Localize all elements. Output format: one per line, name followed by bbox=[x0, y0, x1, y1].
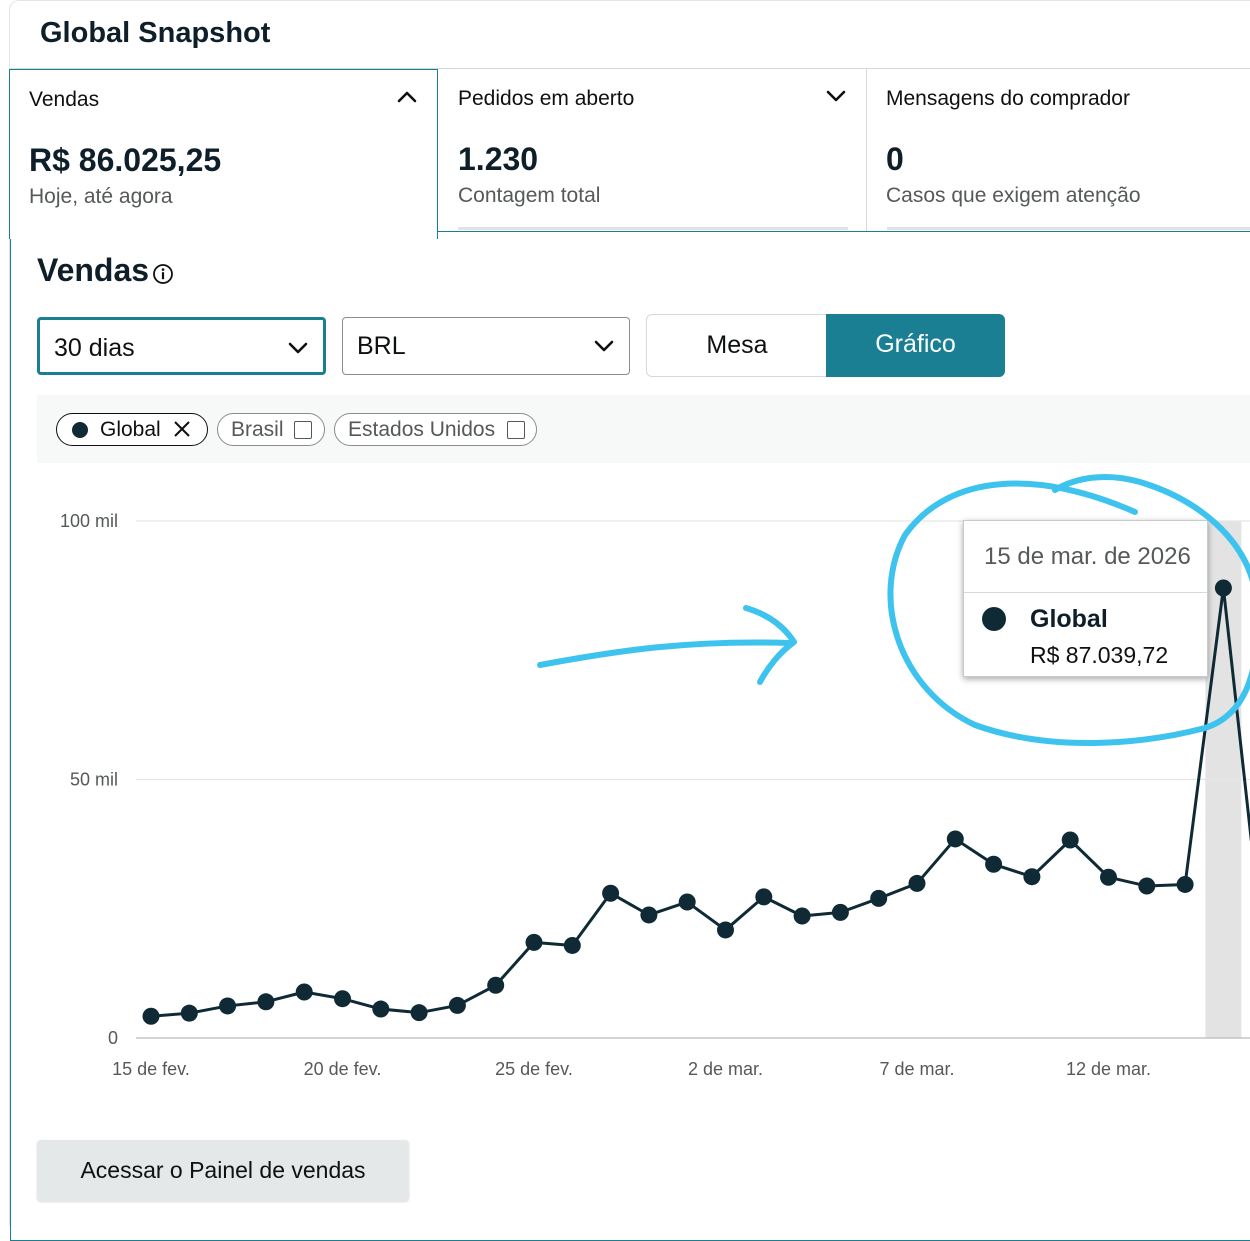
filter-chip-label: Brasil bbox=[231, 418, 284, 441]
data-point[interactable] bbox=[219, 997, 237, 1015]
data-point[interactable] bbox=[678, 893, 696, 911]
checkbox-icon[interactable] bbox=[294, 421, 312, 439]
x-tick-label: 7 de mar. bbox=[879, 1059, 954, 1079]
data-point[interactable] bbox=[295, 983, 313, 1001]
data-point[interactable] bbox=[1138, 877, 1156, 895]
chart-tooltip: 15 de mar. de 2026 Global R$ 87.039,72 bbox=[963, 520, 1208, 677]
x-tick-label: 12 de mar. bbox=[1066, 1059, 1151, 1079]
filter-chip-label: Estados Unidos bbox=[348, 418, 496, 441]
sales-card-value: R$ 86.025,25 bbox=[29, 142, 222, 178]
x-tick-label: 2 de mar. bbox=[688, 1059, 763, 1079]
period-select[interactable]: 30 dias bbox=[37, 317, 326, 375]
sales-card-sub: Hoje, até agora bbox=[29, 185, 173, 208]
data-point[interactable] bbox=[908, 874, 926, 892]
sales-dashboard-button[interactable]: Acessar o Painel de vendas bbox=[37, 1140, 409, 1201]
tooltip-value: R$ 87.039,72 bbox=[1030, 642, 1169, 668]
data-point[interactable] bbox=[946, 830, 964, 848]
buyer-messages-card-sub: Casos que exigem atenção bbox=[886, 184, 1141, 207]
close-icon[interactable] bbox=[173, 420, 191, 438]
buyer-messages-card-value: 0 bbox=[886, 141, 904, 177]
sales-card-label: Vendas bbox=[29, 88, 100, 111]
filter-chip-estados-unidos[interactable]: Estados Unidos bbox=[334, 413, 537, 446]
data-point[interactable] bbox=[1100, 868, 1117, 886]
filter-chip-global[interactable]: Global bbox=[56, 413, 208, 446]
data-point[interactable] bbox=[1023, 868, 1041, 886]
buyer-messages-card[interactable]: Mensagens do comprador 0 Casos que exige… bbox=[867, 69, 1250, 232]
table-view-button[interactable]: Mesa bbox=[646, 314, 828, 377]
filter-chip-label: Global bbox=[100, 418, 161, 441]
chevron-down-icon bbox=[594, 340, 614, 352]
open-orders-card-label: Pedidos em aberto bbox=[458, 87, 635, 110]
open-orders-card[interactable]: Pedidos em aberto 1.230 Contagem total bbox=[438, 69, 867, 232]
data-point[interactable] bbox=[372, 1000, 390, 1018]
series-dot-icon bbox=[982, 607, 1006, 631]
buyer-messages-card-label: Mensagens do comprador bbox=[886, 87, 1130, 110]
y-tick-label: 0 bbox=[108, 1028, 118, 1048]
panel-title: Vendas bbox=[37, 252, 150, 288]
chart-view-button[interactable]: Gráfico bbox=[826, 314, 1005, 377]
card-underline bbox=[458, 227, 848, 230]
data-point[interactable] bbox=[870, 889, 888, 907]
card-underline bbox=[887, 227, 1250, 230]
x-tick-label: 15 de fev. bbox=[112, 1059, 190, 1079]
data-point[interactable] bbox=[448, 996, 466, 1014]
open-orders-card-sub: Contagem total bbox=[458, 184, 601, 207]
currency-select-value: BRL bbox=[357, 332, 406, 360]
data-point[interactable] bbox=[640, 906, 658, 924]
checkbox-icon[interactable] bbox=[507, 421, 525, 439]
y-tick-label: 100 mil bbox=[60, 511, 118, 531]
data-point[interactable] bbox=[410, 1004, 428, 1022]
data-point[interactable] bbox=[793, 907, 811, 925]
open-orders-card-value: 1.230 bbox=[458, 141, 539, 177]
data-point[interactable] bbox=[1176, 875, 1194, 893]
currency-select[interactable]: BRL bbox=[342, 317, 630, 375]
x-tick-label: 20 de fev. bbox=[304, 1059, 382, 1079]
tooltip-series: Global bbox=[1030, 605, 1108, 633]
series-dot-icon bbox=[72, 422, 88, 438]
chevron-down-icon bbox=[288, 342, 308, 354]
chevron-down-icon[interactable] bbox=[825, 85, 847, 107]
data-point[interactable] bbox=[257, 993, 275, 1011]
data-point[interactable] bbox=[334, 990, 351, 1008]
info-icon[interactable] bbox=[152, 263, 174, 285]
y-tick-label: 50 mil bbox=[70, 770, 118, 790]
data-point[interactable] bbox=[602, 884, 620, 902]
page-title: Global Snapshot bbox=[40, 17, 271, 49]
data-point[interactable] bbox=[755, 888, 773, 906]
data-point[interactable] bbox=[525, 933, 543, 951]
data-point[interactable] bbox=[1061, 831, 1079, 849]
chevron-up-icon[interactable] bbox=[396, 86, 418, 108]
sales-card[interactable]: Vendas R$ 86.025,25 Hoje, até agora bbox=[9, 69, 438, 239]
data-point[interactable] bbox=[717, 921, 734, 939]
data-point[interactable] bbox=[831, 903, 849, 921]
tooltip-divider bbox=[964, 592, 1207, 593]
data-point[interactable] bbox=[142, 1007, 160, 1025]
data-point[interactable] bbox=[487, 976, 505, 994]
x-tick-label: 25 de fev. bbox=[495, 1059, 573, 1079]
data-point[interactable] bbox=[985, 855, 1003, 873]
data-point[interactable] bbox=[180, 1004, 198, 1022]
data-point[interactable] bbox=[1214, 579, 1232, 597]
filter-chip-brasil[interactable]: Brasil bbox=[217, 413, 325, 446]
data-point[interactable] bbox=[563, 936, 581, 954]
period-select-value: 30 dias bbox=[54, 334, 135, 362]
tooltip-date: 15 de mar. de 2026 bbox=[984, 543, 1191, 570]
